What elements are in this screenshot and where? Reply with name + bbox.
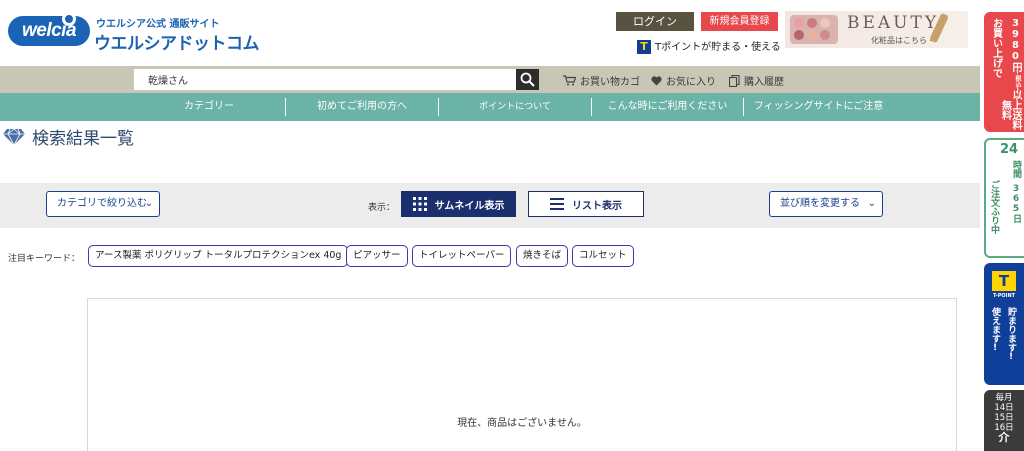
keyword-chip[interactable]: コルセット (572, 245, 634, 267)
24h-days: 365日 (1011, 184, 1021, 223)
days-line: 14日 (994, 403, 1014, 413)
search-bar: お買い物カゴ お気に入り 購入履歴 (0, 66, 980, 93)
nav-item-category[interactable]: カテゴリー (133, 93, 285, 121)
heart-icon (651, 75, 662, 85)
logo-dot-icon (62, 12, 76, 26)
page-title: 検索結果一覧 (2, 124, 134, 149)
diamond-icon (3, 127, 25, 146)
main-nav: カテゴリー 初めてご利用の方へ ポイントについて こんな時にご利用ください フィ… (0, 93, 980, 121)
days-line: 介 (998, 431, 1010, 444)
logo-subtitle: ウエルシア公式 通販サイト (96, 19, 220, 30)
search-icon (520, 72, 535, 87)
days-line: 15日 (994, 413, 1014, 423)
thumbnail-view-button[interactable]: サムネイル表示 (401, 191, 516, 217)
palette-icon (790, 15, 838, 44)
favorites-link[interactable]: お気に入り (651, 73, 716, 88)
sort-select-label: 並び順を変更する (780, 198, 860, 209)
search-button[interactable] (516, 69, 539, 90)
thumbnail-view-label: サムネイル表示 (434, 200, 505, 212)
beauty-title: BEAUTY (847, 13, 940, 33)
page: welcia ウエルシア公式 通販サイト ウエルシアドットコム ログイン 新規会… (0, 0, 1024, 451)
tpoint-link[interactable]: T Tポイントが貯まる・使える (637, 38, 781, 54)
nav-item-first-time[interactable]: 初めてご利用の方へ (285, 98, 438, 116)
list-view-button[interactable]: リスト表示 (528, 191, 644, 217)
cart-label: お買い物カゴ (580, 77, 640, 88)
24h-hours: 時間 (1011, 160, 1021, 178)
tpoint-banner[interactable]: T T-POINT 使えます! 貯まります! (984, 263, 1024, 385)
view-label: 表示： (368, 203, 396, 213)
grid-icon (412, 197, 427, 211)
tpoint-earn: 貯まります! (1006, 307, 1016, 362)
favorites-label: お気に入り (666, 77, 716, 88)
header: welcia ウエルシア公式 通販サイト ウエルシアドットコム ログイン 新規会… (0, 0, 980, 66)
history-link[interactable]: 購入履歴 (729, 73, 784, 88)
category-filter-label: カテゴリで絞り込む (57, 198, 147, 209)
site-logo[interactable]: welcia ウエルシア公式 通販サイト ウエルシアドットコム (8, 12, 260, 54)
keyword-chip[interactable]: トイレットペーパー (412, 245, 512, 267)
24h-order: ご注文ふり中 (989, 180, 999, 234)
history-label: 購入履歴 (744, 77, 784, 88)
cart-icon (563, 75, 576, 86)
chevron-down-icon: ⌄ (144, 198, 153, 209)
logo-badge: welcia (8, 16, 90, 46)
tpoint-logo-icon: T (992, 271, 1016, 291)
days-line: 毎月 (995, 393, 1013, 403)
list-icon (550, 198, 564, 210)
category-filter-select[interactable]: カテゴリで絞り込む ⌄ (46, 191, 160, 217)
monthly-days-banner[interactable]: 毎月 14日 15日 16日 介 (984, 390, 1024, 451)
keywords-label: 注目キーワード： (8, 254, 81, 264)
keyword-chip[interactable]: アース製薬 ポリグリップ トータルプロテクションex 40g (88, 245, 349, 267)
tpoint-caption: T-POINT (992, 293, 1016, 299)
keyword-chip[interactable]: 焼きそば (516, 245, 569, 267)
keyword-chip[interactable]: ピアッサー (346, 245, 408, 267)
free-shipping-amount: 3980円 (1010, 18, 1021, 72)
page-title-text: 検索結果一覧 (32, 129, 134, 149)
nav-item-usage[interactable]: こんな時にご利用ください (591, 98, 743, 116)
cart-link[interactable]: お買い物カゴ (563, 73, 640, 88)
logo-title: ウエルシアドットコム (94, 34, 260, 54)
free-shipping-text1: お買い上げで (990, 18, 1002, 78)
login-button[interactable]: ログイン (616, 12, 694, 31)
filter-bar: カテゴリで絞り込む ⌄ 表示： サムネイル表示 リスト表示 並び順を変更する ⌄ (0, 183, 980, 228)
nav-item-points[interactable]: ポイントについて (438, 98, 591, 116)
tpoint-use: 使えます! (990, 307, 1000, 353)
list-view-label: リスト表示 (572, 200, 622, 212)
search-input[interactable] (134, 69, 516, 90)
history-icon (729, 74, 740, 87)
24h-order-banner[interactable]: 24 時間 ご注文ふり中 365日 (984, 138, 1024, 258)
register-button[interactable]: 新規会員登録 (701, 12, 778, 31)
empty-results-message: 現在、商品はございません。 (457, 418, 587, 429)
sort-select[interactable]: 並び順を変更する ⌄ (769, 191, 883, 217)
tpoint-text: Tポイントが貯まる・使える (655, 42, 781, 53)
free-shipping-banner[interactable]: 3980円 (税込) 以上送料無料 お買い上げで (984, 12, 1024, 132)
nav-item-phishing[interactable]: フィッシングサイトにご注意 (743, 98, 893, 116)
tpoint-icon: T (637, 40, 651, 54)
free-shipping-text2: 以上送料無料 (999, 90, 1022, 130)
chevron-down-icon: ⌄ (867, 198, 876, 209)
beauty-banner[interactable]: BEAUTY 化粧品はこちら → (785, 11, 968, 48)
beauty-subtitle: 化粧品はこちら → (871, 36, 937, 45)
results-panel: 現在、商品はございません。 (87, 298, 957, 451)
24h-number: 24 (1000, 142, 1019, 157)
